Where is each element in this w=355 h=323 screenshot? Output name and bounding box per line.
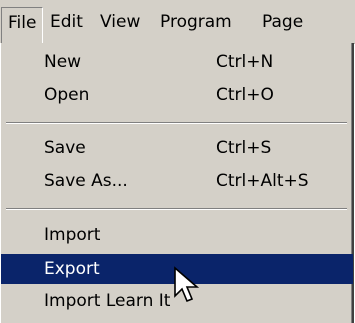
menu-separator bbox=[6, 208, 347, 210]
menu-view[interactable]: View bbox=[100, 12, 140, 32]
arrow-cursor-icon bbox=[174, 266, 200, 303]
menu-page[interactable]: Page bbox=[262, 12, 303, 32]
menu-item-new[interactable]: New Ctrl+N bbox=[1, 47, 353, 77]
menu-bar: File Edit View Program Page bbox=[0, 0, 355, 44]
menu-item-import[interactable]: Import bbox=[1, 220, 353, 250]
menu-program[interactable]: Program bbox=[160, 12, 232, 32]
menu-edit[interactable]: Edit bbox=[50, 12, 83, 32]
menu-file[interactable]: File bbox=[1, 7, 44, 43]
menu-item-shortcut: Ctrl+Alt+S bbox=[216, 171, 309, 191]
menu-item-save-as[interactable]: Save As... Ctrl+Alt+S bbox=[1, 166, 353, 196]
menu-item-label: Save As... bbox=[44, 171, 128, 191]
menu-item-label: Import bbox=[44, 225, 101, 245]
menu-item-label: Import Learn It bbox=[44, 291, 171, 311]
menu-item-save[interactable]: Save Ctrl+S bbox=[1, 133, 353, 163]
menu-item-shortcut: Ctrl+O bbox=[216, 85, 274, 105]
menu-item-shortcut: Ctrl+S bbox=[216, 138, 272, 158]
menu-item-label: Export bbox=[44, 259, 100, 279]
menu-separator bbox=[6, 122, 347, 124]
menu-item-label: Open bbox=[44, 85, 90, 105]
menu-item-label: Save bbox=[44, 138, 86, 158]
menu-item-shortcut: Ctrl+N bbox=[216, 52, 274, 72]
menu-item-label: New bbox=[44, 52, 82, 72]
menu-item-open[interactable]: Open Ctrl+O bbox=[1, 80, 353, 110]
